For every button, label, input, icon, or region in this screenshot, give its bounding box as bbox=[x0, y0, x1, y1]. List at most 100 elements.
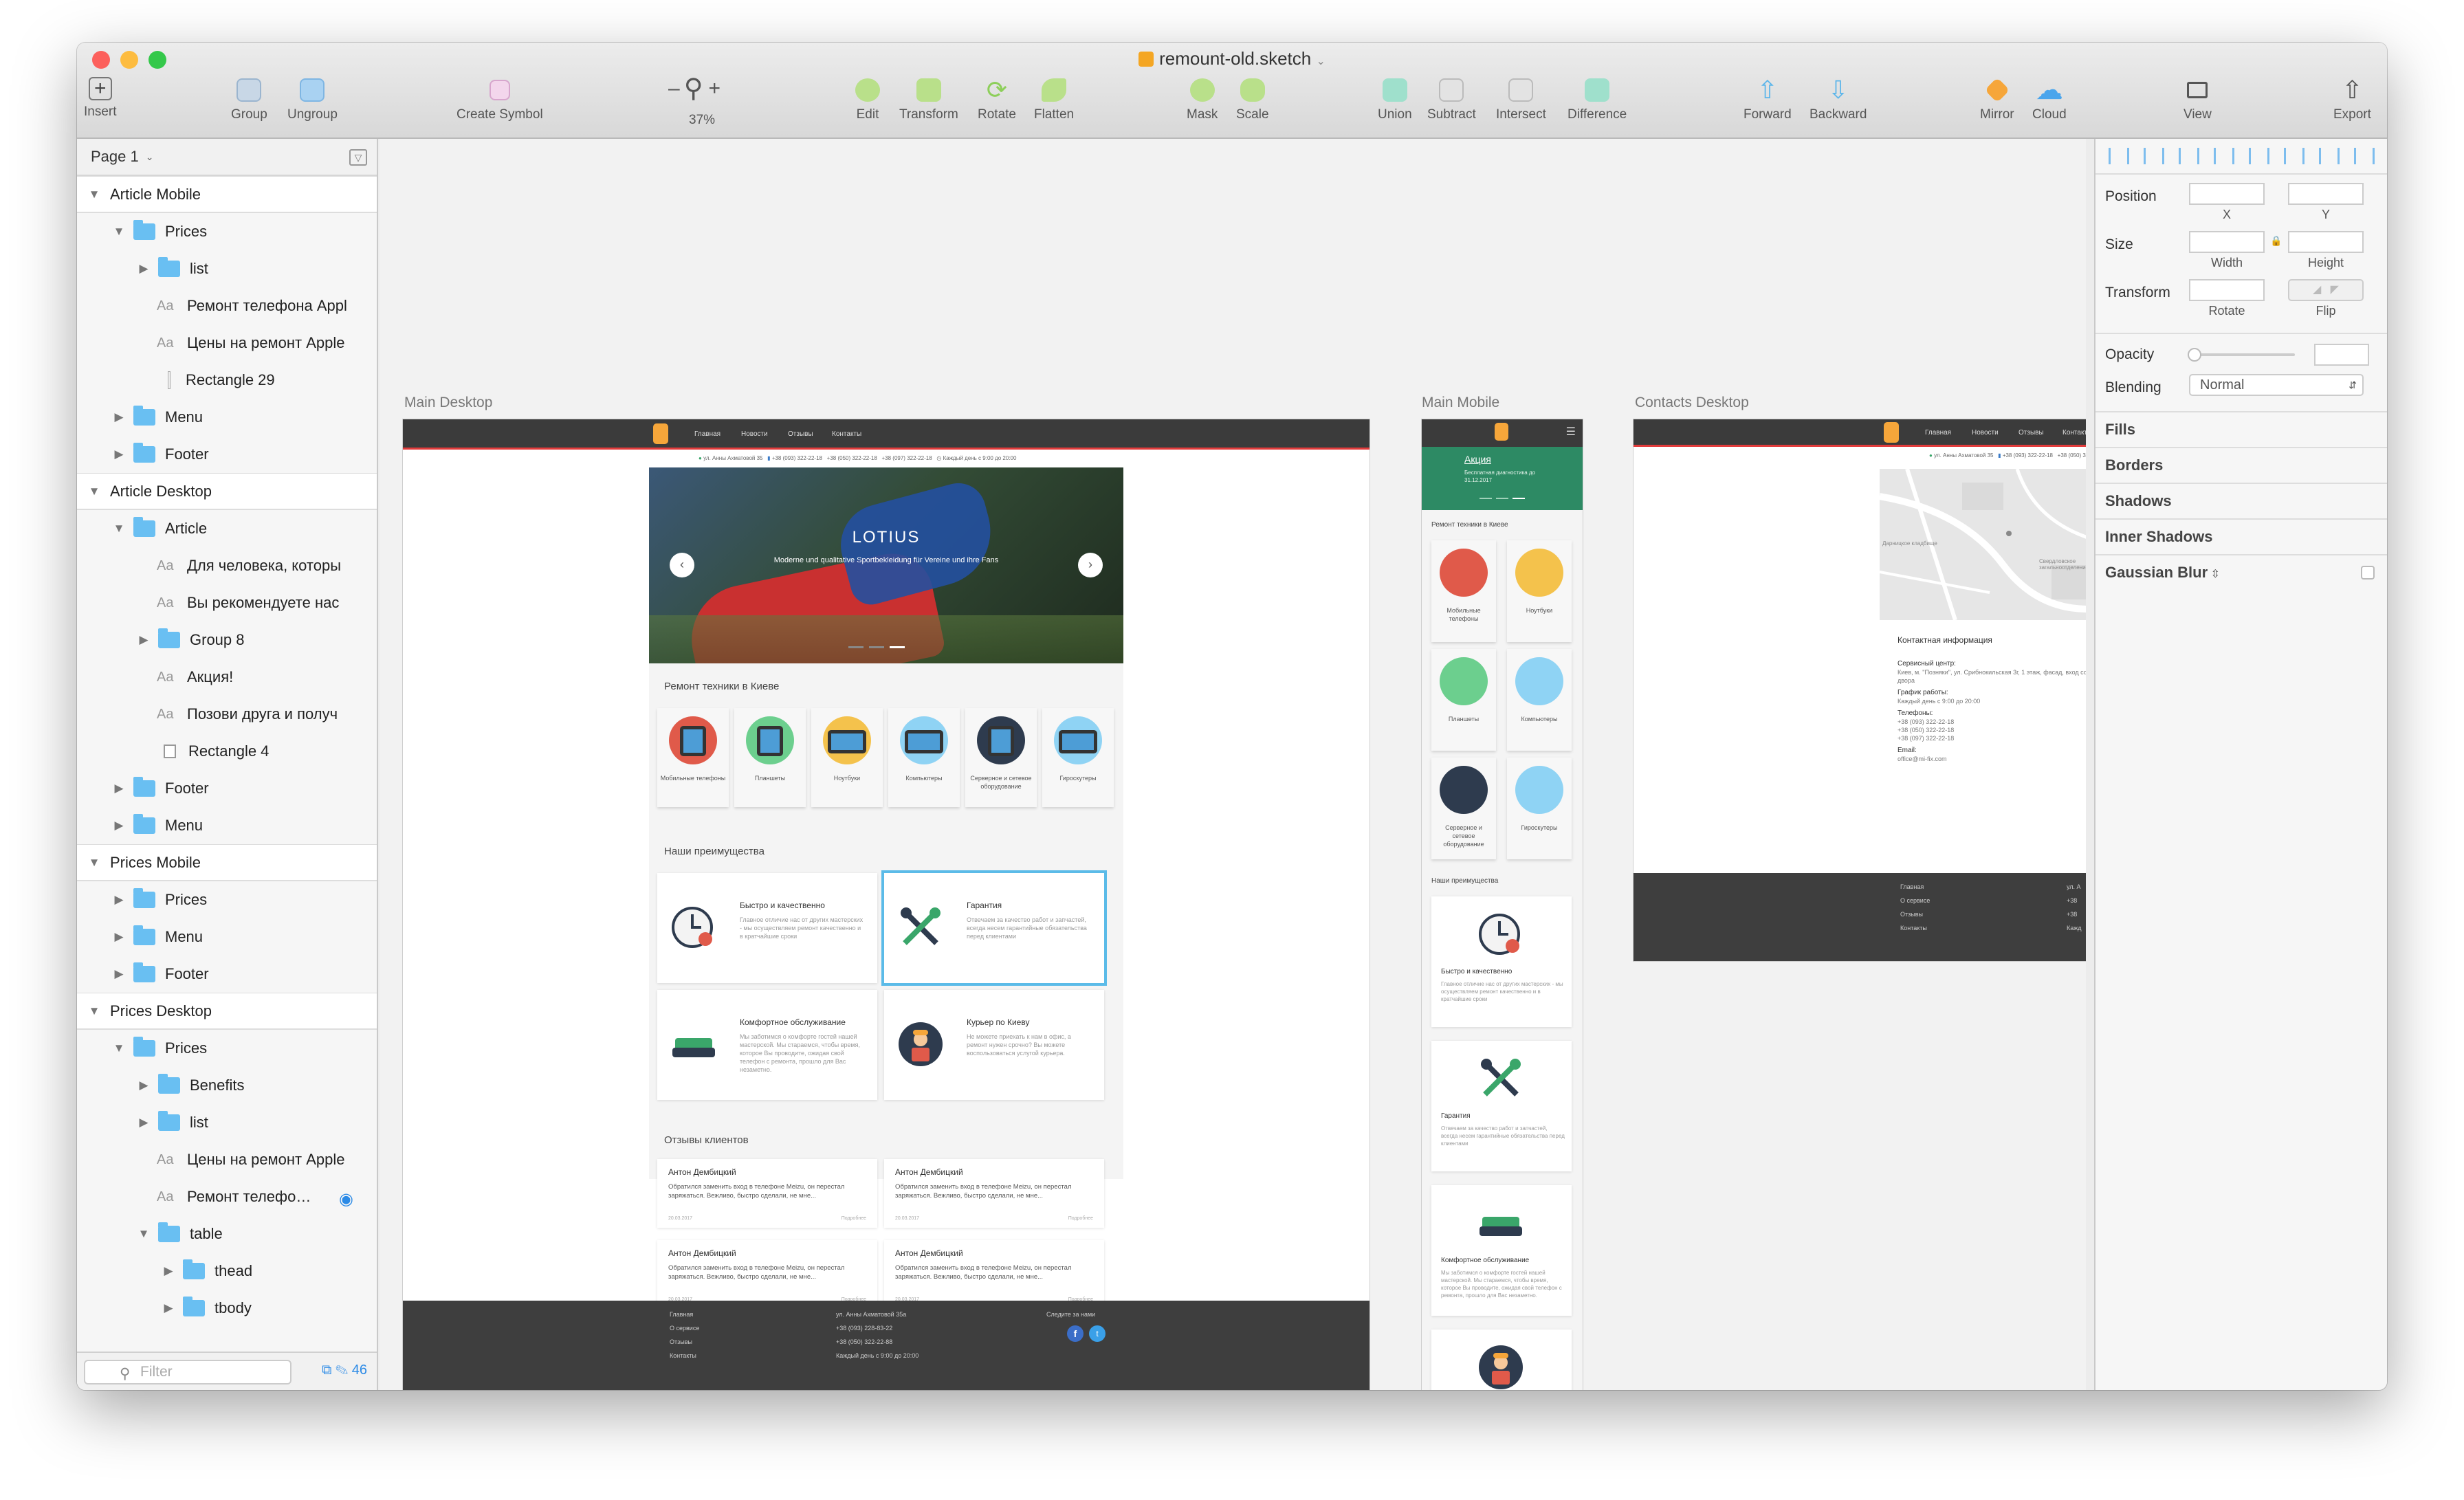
artboard-label-main-mobile[interactable]: Main Mobile bbox=[1422, 395, 1499, 411]
layer-row[interactable]: ▶ Group 8 bbox=[77, 621, 377, 659]
difference-button[interactable]: Difference bbox=[1568, 77, 1627, 122]
artboard-main-mobile[interactable]: ☰ Акция Бесплатная диагностика до 31.12.… bbox=[1422, 419, 1583, 1390]
artboard-label-main-desktop[interactable]: Main Desktop bbox=[404, 395, 492, 411]
layer-row[interactable]: ▼ Article Desktop bbox=[77, 473, 377, 510]
filter-input[interactable]: ⚲ Filter bbox=[84, 1360, 292, 1385]
footer-link[interactable]: Контакты bbox=[670, 1349, 699, 1363]
disclosure-closed-icon[interactable]: ▶ bbox=[111, 893, 126, 907]
flip-horizontal-icon[interactable]: ◢ bbox=[2313, 284, 2321, 296]
distribute-horizontal-icon[interactable] bbox=[2108, 148, 2129, 164]
disclosure-open-icon[interactable]: ▼ bbox=[111, 225, 126, 239]
disclosure-closed-icon[interactable]: ▶ bbox=[136, 633, 151, 647]
layer-row[interactable]: ▶ list bbox=[77, 250, 377, 287]
create-symbol-button[interactable]: Create Symbol bbox=[456, 77, 543, 122]
slider-next-button[interactable]: › bbox=[1078, 553, 1103, 577]
align-left-icon[interactable] bbox=[2178, 148, 2199, 164]
review-card[interactable]: Антон Дембицкий Обратился заменить вход в… bbox=[657, 1240, 877, 1309]
backward-button[interactable]: ⇩ Backward bbox=[1810, 76, 1867, 122]
disclosure-closed-icon[interactable]: ▶ bbox=[111, 819, 126, 832]
rotate-button[interactable]: ⟳ Rotate bbox=[978, 76, 1016, 122]
map[interactable]: Дарницкое кладбище Свердловское загально… bbox=[1880, 469, 2086, 620]
footer-link[interactable]: О сервисе bbox=[1900, 894, 1930, 907]
benefit-card[interactable]: Курьер по Киеву Не можете приехать к нам … bbox=[884, 990, 1104, 1100]
hamburger-icon[interactable]: ☰ bbox=[1566, 425, 1576, 439]
stepper-icon[interactable]: ⇳ bbox=[2208, 569, 2220, 580]
layer-row[interactable]: Aa Цены на ремонт Apple bbox=[77, 1141, 377, 1178]
nav-link[interactable]: Новости bbox=[741, 430, 768, 438]
blending-select[interactable]: Normal ⇵ bbox=[2189, 374, 2364, 396]
layer-row[interactable]: Rectangle 2 bbox=[77, 1327, 377, 1328]
disclosure-closed-icon[interactable]: ▶ bbox=[111, 930, 126, 944]
visibility-eye-icon[interactable]: ◉ bbox=[339, 1189, 353, 1209]
nav-link[interactable]: Новости bbox=[1972, 429, 1999, 437]
benefit-card[interactable]: Комфортное обслуживание Мы заботимся о ко… bbox=[657, 990, 877, 1100]
layer-row[interactable]: Aa Акция! bbox=[77, 659, 377, 696]
inspector-section-fills[interactable]: Fills bbox=[2096, 411, 2387, 447]
layer-row[interactable]: ▼ Prices bbox=[77, 213, 377, 250]
export-button[interactable]: ⇧ Export bbox=[2333, 76, 2371, 122]
flip-vertical-icon[interactable]: ◤ bbox=[2331, 284, 2339, 296]
layer-row[interactable]: ▶ Footer bbox=[77, 956, 377, 993]
inspector-section-borders[interactable]: Borders bbox=[2096, 447, 2387, 483]
nav-link[interactable]: Главная bbox=[1925, 429, 1951, 437]
inspector-section-inner-shadows[interactable]: Inner Shadows bbox=[2096, 518, 2387, 554]
mirror-button[interactable]: Mirror bbox=[1980, 77, 2014, 122]
twitter-icon[interactable]: t bbox=[1089, 1325, 1106, 1342]
layer-row[interactable]: ▶ Menu bbox=[77, 918, 377, 956]
y-input[interactable] bbox=[2288, 183, 2364, 205]
opacity-slider-handle[interactable] bbox=[2188, 348, 2201, 362]
x-input[interactable] bbox=[2189, 183, 2265, 205]
disclosure-closed-icon[interactable]: ▶ bbox=[111, 410, 126, 424]
artboard-contacts-desktop[interactable]: Главная Новости Отзывы Контакты ● ул. Ан… bbox=[1634, 419, 2086, 961]
gaussian-blur-checkbox[interactable] bbox=[2361, 566, 2375, 580]
hero-slider[interactable]: LOTIUS Moderne und qualitative Sportbekl… bbox=[649, 467, 1123, 663]
canvas[interactable]: Main Desktop Главная Новости Отзывы Конт… bbox=[380, 139, 2086, 1390]
layer-row[interactable]: ▶ Menu bbox=[77, 399, 377, 436]
disclosure-closed-icon[interactable]: ▶ bbox=[136, 262, 151, 276]
transform-button[interactable]: Transform bbox=[899, 77, 958, 122]
nav-link[interactable]: Отзывы bbox=[2018, 429, 2044, 437]
slider-dot[interactable] bbox=[869, 646, 884, 648]
disclosure-open-icon[interactable]: ▼ bbox=[87, 188, 102, 201]
inspector-section-gaussian-blur[interactable]: Gaussian Blur ⇳ bbox=[2096, 554, 2387, 590]
layer-row[interactable]: ▶ tbody bbox=[77, 1290, 377, 1327]
layer-row[interactable]: Aa Ремонт телефо… ◉ bbox=[77, 1178, 377, 1215]
pages-toggle-button[interactable]: ▽ bbox=[349, 149, 367, 166]
view-button[interactable]: View bbox=[2184, 77, 2212, 122]
footer-link[interactable]: Отзывы bbox=[670, 1335, 699, 1349]
align-top-icon[interactable] bbox=[2283, 148, 2304, 164]
nav-link[interactable]: Главная bbox=[694, 430, 720, 438]
layer-count[interactable]: ⧉ ✎ 46 bbox=[322, 1363, 367, 1378]
align-center-icon[interactable] bbox=[2213, 148, 2234, 164]
slider-dot[interactable] bbox=[1496, 498, 1508, 499]
layer-row[interactable]: ▼ Article bbox=[77, 510, 377, 547]
layer-row[interactable]: Aa Цены на ремонт Apple bbox=[77, 324, 377, 362]
disclosure-closed-icon[interactable]: ▶ bbox=[111, 967, 126, 981]
layer-row[interactable]: ▼ Prices Mobile bbox=[77, 844, 377, 881]
flip-buttons[interactable]: ◢ ◤ bbox=[2288, 279, 2364, 301]
review-card[interactable]: Антон Дембицкий Обратился заменить вход в… bbox=[657, 1159, 877, 1228]
email-link[interactable]: office@mi-fix.com bbox=[1898, 755, 2086, 763]
disclosure-closed-icon[interactable]: ▶ bbox=[111, 448, 126, 461]
zoom-out-button[interactable]: – bbox=[668, 77, 680, 100]
service-card[interactable]: Планшеты bbox=[1431, 649, 1496, 751]
service-card[interactable]: Планшеты bbox=[734, 708, 806, 807]
review-card[interactable]: Антон Дембицкий Обратился заменить вход в… bbox=[884, 1159, 1104, 1228]
disclosure-open-icon[interactable]: ▼ bbox=[136, 1227, 151, 1241]
opacity-slider[interactable] bbox=[2192, 353, 2295, 356]
footer-link[interactable]: Отзывы bbox=[1900, 907, 1930, 921]
service-card[interactable]: Ноутбуки bbox=[811, 708, 883, 807]
intersect-button[interactable]: Intersect bbox=[1496, 77, 1546, 122]
benefit-card[interactable]: Комфортное обслуживание Мы заботимся о ко… bbox=[1431, 1185, 1572, 1316]
service-card[interactable]: Мобильные телефоны bbox=[1431, 540, 1496, 642]
facebook-icon[interactable]: f bbox=[1067, 1325, 1084, 1342]
layer-row[interactable]: Aa Для человека, которы bbox=[77, 547, 377, 584]
layer-row[interactable]: ▶ Footer bbox=[77, 436, 377, 473]
align-bottom-icon[interactable] bbox=[2353, 148, 2375, 164]
layer-row[interactable]: ▼ Prices Desktop bbox=[77, 993, 377, 1030]
promo-banner[interactable]: Акция Бесплатная диагностика до 31.12.20… bbox=[1422, 447, 1583, 510]
zoom-control[interactable]: – ⚲ + bbox=[668, 73, 720, 104]
benefit-card[interactable]: Быстро и качественно Главное отличие нас … bbox=[1431, 896, 1572, 1027]
layer-row[interactable]: ▼ Article Mobile bbox=[77, 176, 377, 213]
footer-link[interactable]: Главная bbox=[1900, 880, 1930, 894]
